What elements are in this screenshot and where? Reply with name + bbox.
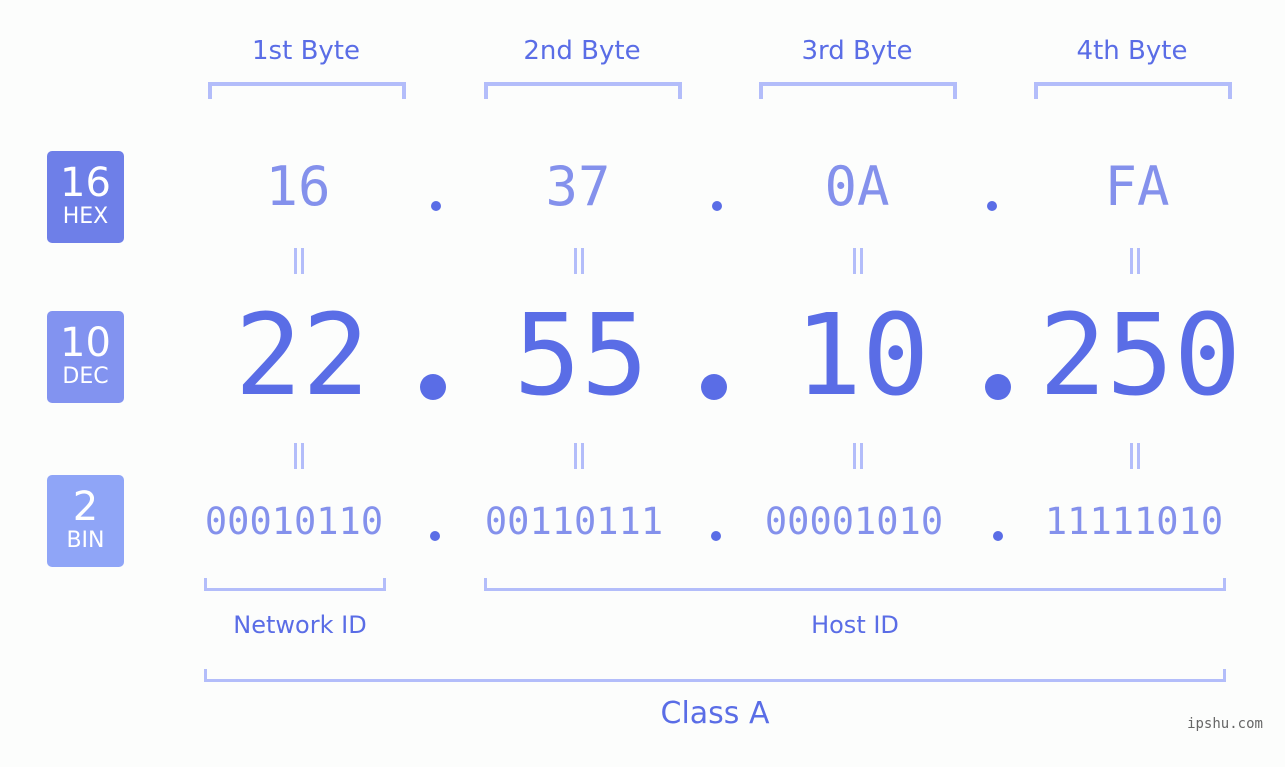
byte-header-4: 4th Byte	[1076, 36, 1188, 66]
equals-sign	[851, 248, 865, 274]
hex-base-label: HEX	[62, 204, 109, 229]
watermark: ipshu.com	[1187, 716, 1263, 732]
hex-separator-dot	[712, 201, 722, 211]
dec-separator-dot	[985, 374, 1011, 400]
bin-octet-3: 00001010	[764, 500, 944, 543]
hex-octet-4: FA	[1104, 155, 1170, 218]
byte-bracket-1	[208, 82, 406, 99]
equals-sign	[1128, 443, 1142, 469]
network-id-label: Network ID	[233, 611, 367, 639]
equals-sign	[851, 443, 865, 469]
bin-separator-dot	[430, 531, 440, 541]
equals-sign	[572, 248, 586, 274]
byte-header-1: 1st Byte	[252, 36, 360, 66]
class-label: Class A	[660, 696, 770, 731]
byte-bracket-4	[1034, 82, 1232, 99]
equals-sign	[292, 248, 306, 274]
host-id-bracket	[484, 578, 1226, 591]
byte-header-3: 3rd Byte	[801, 36, 913, 66]
dec-base-label: DEC	[62, 364, 109, 389]
bin-octet-2: 00110111	[484, 500, 664, 543]
dec-separator-dot	[701, 374, 727, 400]
byte-header-2: 2nd Byte	[523, 36, 641, 66]
dec-octet-4: 250	[1038, 291, 1242, 421]
equals-sign	[1128, 248, 1142, 274]
hex-separator-dot	[987, 201, 997, 211]
dec-octet-2: 55	[513, 291, 649, 421]
dec-base-number: 10	[60, 320, 111, 366]
hex-octet-2: 37	[545, 155, 611, 218]
hex-octet-1: 16	[265, 155, 331, 218]
bin-octet-1: 00010110	[204, 500, 384, 543]
hex-separator-dot	[431, 201, 441, 211]
bin-base-number: 2	[72, 484, 99, 530]
bin-octet-4: 11111010	[1044, 500, 1224, 543]
byte-bracket-2	[484, 82, 682, 99]
dec-base-badge: 10 DEC	[47, 311, 124, 403]
bin-separator-dot	[993, 531, 1003, 541]
hex-base-number: 16	[60, 160, 111, 206]
bin-base-label: BIN	[66, 528, 105, 553]
class-bracket	[204, 669, 1226, 682]
bin-base-badge: 2 BIN	[47, 475, 124, 567]
hex-base-badge: 16 HEX	[47, 151, 124, 243]
bin-separator-dot	[711, 531, 721, 541]
dec-separator-dot	[420, 374, 446, 400]
dec-octet-3: 10	[794, 291, 930, 421]
equals-sign	[572, 443, 586, 469]
byte-bracket-3	[759, 82, 957, 99]
dec-octet-1: 22	[234, 291, 370, 421]
equals-sign	[292, 443, 306, 469]
hex-octet-3: 0A	[824, 155, 890, 218]
network-id-bracket	[204, 578, 386, 591]
host-id-label: Host ID	[811, 611, 899, 639]
